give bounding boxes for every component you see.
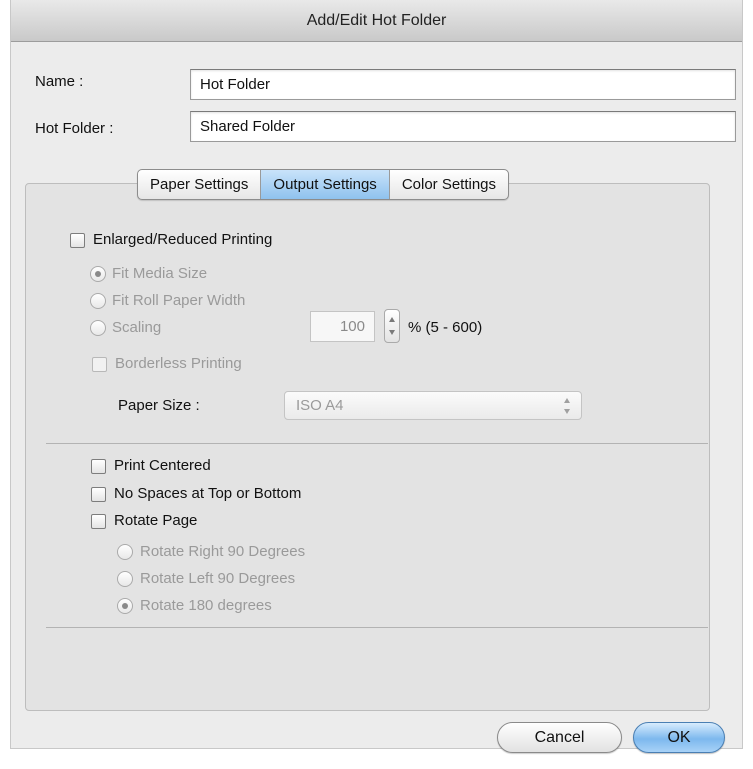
name-field[interactable]: Hot Folder: [190, 69, 736, 100]
paper-size-label: Paper Size :: [118, 397, 200, 414]
section-divider: [46, 443, 708, 444]
updown-arrows-icon: [563, 398, 571, 414]
borderless-printing-checkbox[interactable]: [92, 357, 107, 372]
tab-color-settings[interactable]: Color Settings: [390, 170, 508, 199]
rotate-180-radio[interactable]: [117, 598, 133, 614]
scaling-label: Scaling: [112, 319, 162, 336]
settings-tabs: Paper Settings Output Settings Color Set…: [137, 169, 510, 200]
rotate-left-radio[interactable]: [117, 571, 133, 587]
enlarged-reduced-label: Enlarged/Reduced Printing: [93, 231, 273, 248]
section-divider-bottom: [46, 627, 708, 628]
settings-panel: [25, 183, 710, 711]
paper-size-select[interactable]: ISO A4: [284, 391, 582, 420]
scaling-radio[interactable]: [90, 320, 106, 336]
tab-paper-settings[interactable]: Paper Settings: [138, 170, 262, 199]
enlarged-reduced-checkbox[interactable]: [70, 233, 85, 248]
scaling-range-label: % (5 - 600): [408, 319, 483, 336]
paper-size-value: ISO A4: [296, 397, 344, 414]
ok-button[interactable]: OK: [633, 722, 725, 753]
stepper-up-icon[interactable]: [389, 317, 395, 322]
rotate-page-checkbox[interactable]: [91, 514, 106, 529]
name-label: Name :: [35, 73, 84, 90]
scaling-input[interactable]: 100: [310, 311, 375, 342]
fit-roll-paper-width-radio[interactable]: [90, 293, 106, 309]
tab-output-settings[interactable]: Output Settings: [261, 170, 390, 199]
hot-folder-label: Hot Folder :: [35, 120, 114, 137]
rotate-right-radio[interactable]: [117, 544, 133, 560]
borderless-printing-label: Borderless Printing: [115, 355, 242, 372]
rotate-180-label: Rotate 180 degrees: [140, 597, 272, 614]
no-spaces-label: No Spaces at Top or Bottom: [114, 485, 302, 502]
fit-roll-paper-width-label: Fit Roll Paper Width: [112, 292, 246, 309]
rotate-page-label: Rotate Page: [114, 512, 198, 529]
print-centered-label: Print Centered: [114, 457, 211, 474]
print-centered-checkbox[interactable]: [91, 459, 106, 474]
stepper-down-icon[interactable]: [389, 330, 395, 335]
dialog-title: Add/Edit Hot Folder: [11, 0, 742, 42]
fit-media-size-label: Fit Media Size: [112, 265, 208, 282]
hot-folder-field[interactable]: Shared Folder: [190, 111, 736, 142]
fit-media-size-radio[interactable]: [90, 266, 106, 282]
rotate-right-label: Rotate Right 90 Degrees: [140, 543, 306, 560]
rotate-left-label: Rotate Left 90 Degrees: [140, 570, 296, 587]
cancel-button[interactable]: Cancel: [497, 722, 622, 753]
scaling-stepper[interactable]: [384, 309, 400, 343]
no-spaces-checkbox[interactable]: [91, 487, 106, 502]
